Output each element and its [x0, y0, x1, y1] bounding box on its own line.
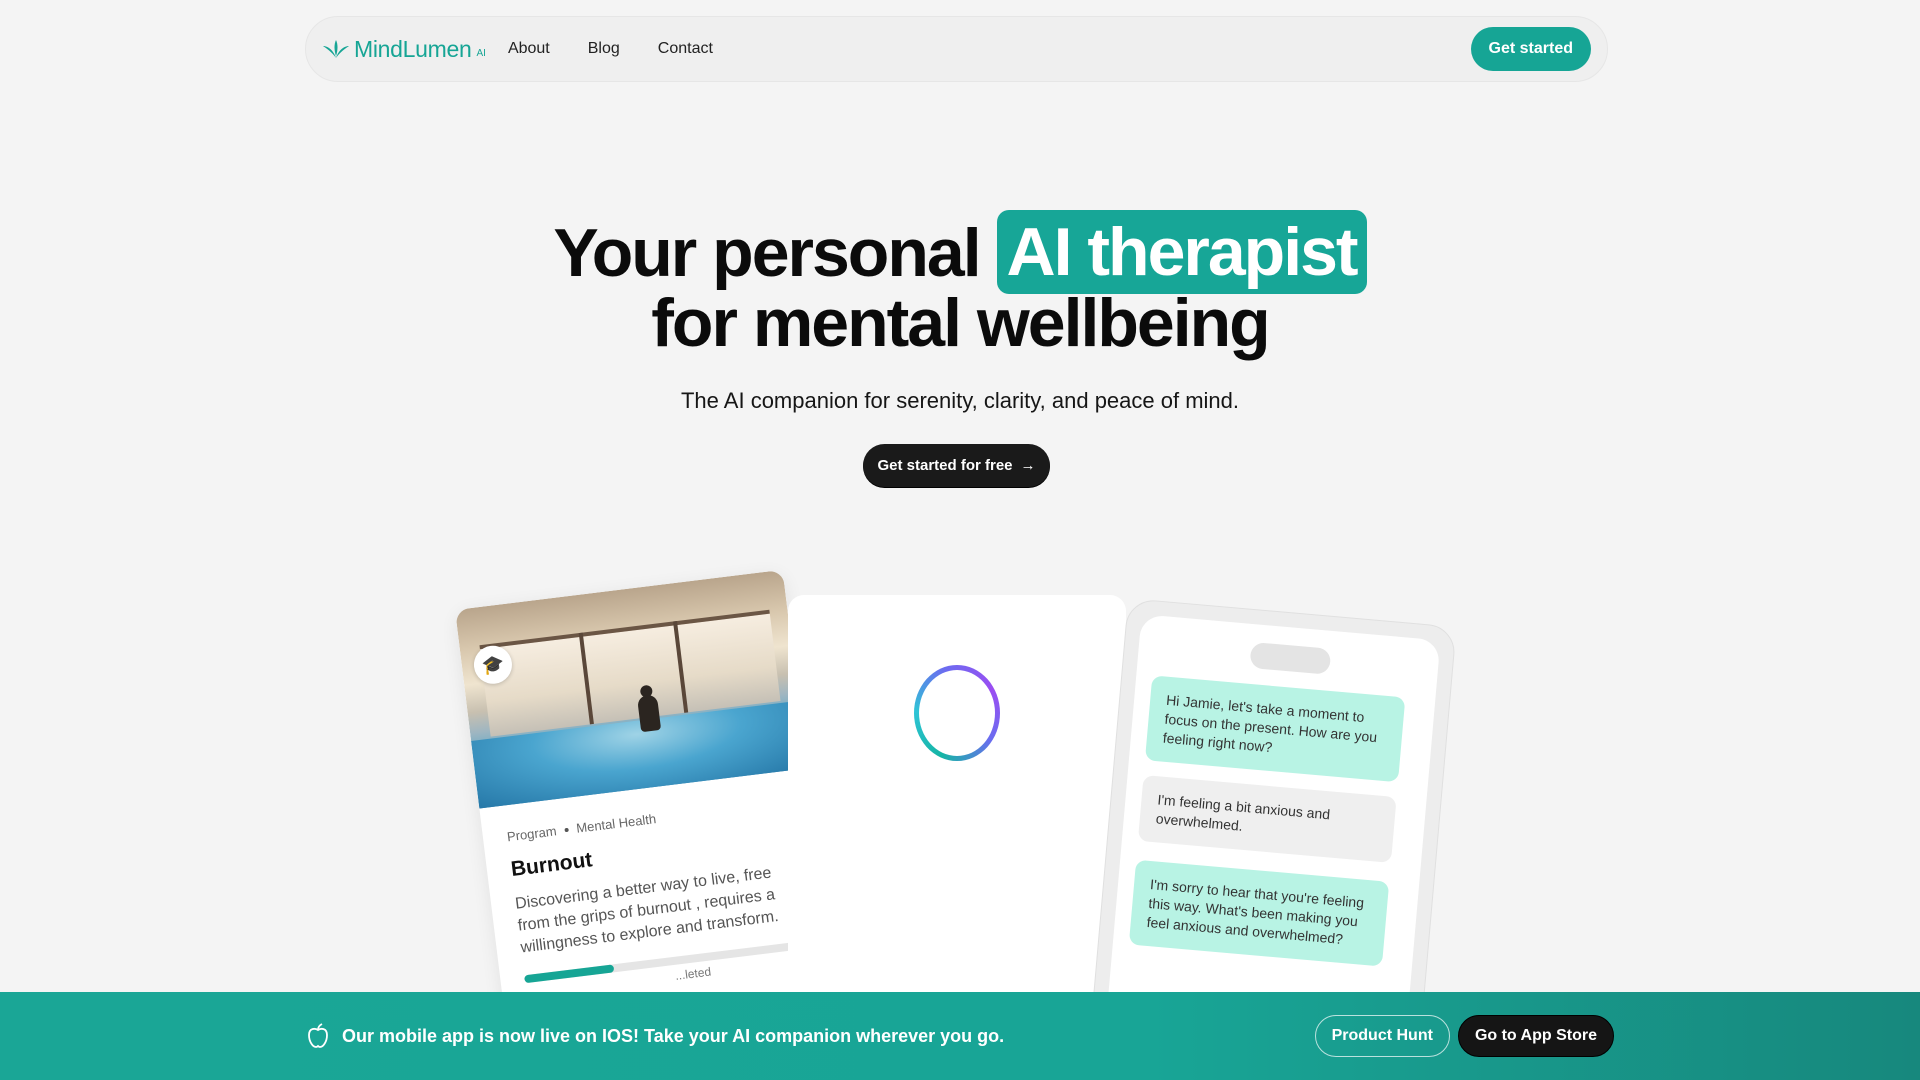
program-body: Program Mental Health Burnout Discoverin… — [479, 768, 831, 1004]
program-type: Program — [506, 823, 558, 845]
brand-name: MindLumen — [354, 35, 472, 62]
brand-suffix: AI — [476, 47, 486, 59]
chat-message-user: I'm feeling a bit anxious and overwhelme… — [1137, 775, 1397, 863]
get-started-free-button[interactable]: Get started for free → — [863, 444, 1050, 487]
nav-link-contact[interactable]: Contact — [658, 40, 713, 58]
arrow-right-icon: → — [1020, 457, 1036, 474]
get-started-button[interactable]: Get started — [1470, 27, 1591, 71]
feature-preview: 🎓 Program Mental Health Burnout Discover… — [0, 569, 1920, 1066]
nav-links: About Blog Contact — [508, 40, 713, 58]
breathing-ring-icon — [914, 665, 1000, 761]
program-category: Mental Health — [575, 811, 657, 836]
program-image: 🎓 — [455, 569, 807, 809]
ios-announcement-banner: Our mobile app is now live on IOS! Take … — [0, 992, 1920, 1080]
hero-title-line1: Your personal AI therapist — [0, 210, 1920, 294]
apple-icon — [308, 1023, 328, 1048]
nav-link-blog[interactable]: Blog — [588, 40, 620, 58]
hero-cta-label: Get started for free — [877, 457, 1013, 474]
phone-notch — [1249, 641, 1332, 675]
lotus-leaves-icon — [323, 40, 349, 58]
hero-title-line2: for mental wellbeing — [651, 285, 1270, 361]
breathing-card — [788, 595, 1126, 1015]
meta-separator — [564, 827, 569, 832]
top-nav: MindLumen AI About Blog Contact Get star… — [305, 16, 1608, 82]
hero-title: Your personal AI therapist for mental we… — [0, 210, 1920, 361]
banner-actions: Product Hunt Go to App Store — [1314, 1015, 1614, 1057]
banner-text: Our mobile app is now live on IOS! Take … — [342, 1025, 1005, 1046]
hero-subtitle: The AI companion for serenity, clarity, … — [680, 388, 1240, 413]
program-card[interactable]: 🎓 Program Mental Health Burnout Discover… — [455, 569, 834, 1027]
chat-message-ai: Hi Jamie, let's take a moment to focus o… — [1144, 675, 1406, 783]
program-progress-fill — [524, 964, 615, 984]
app-store-button[interactable]: Go to App Store — [1457, 1015, 1614, 1057]
hero-title-prefix: Your personal — [553, 215, 981, 291]
hero-title-highlight: AI therapist — [996, 210, 1367, 294]
nav-link-about[interactable]: About — [508, 40, 550, 58]
brand-logo[interactable]: MindLumen AI — [322, 36, 486, 63]
product-hunt-button[interactable]: Product Hunt — [1314, 1015, 1450, 1057]
chat-message-ai: I'm sorry to hear that you're feeling th… — [1128, 859, 1390, 967]
